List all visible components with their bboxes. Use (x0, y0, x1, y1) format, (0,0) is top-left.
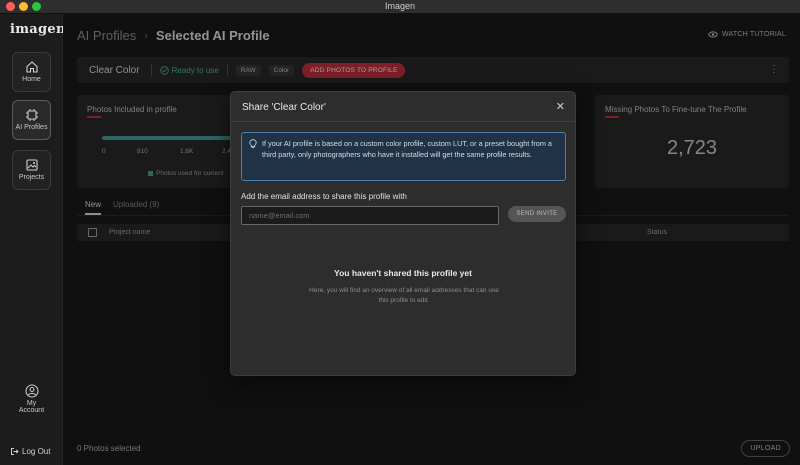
info-callout: If your AI profile is based on a custom … (241, 132, 566, 181)
sidebar-item-label: Projects (18, 174, 45, 181)
sidebar-item-home[interactable]: Home (12, 52, 51, 92)
sidebar: imagen Home AI Profiles Projects My Acco… (0, 14, 66, 465)
divider (231, 121, 575, 122)
share-profile-dialog: Share 'Clear Color' ✕ If your AI profile… (230, 91, 576, 376)
email-field-label: Add the email address to share this prof… (241, 192, 407, 201)
window-titlebar: Imagen (0, 0, 800, 14)
sidebar-item-my-account[interactable]: My Account (12, 382, 51, 424)
dialog-title: Share 'Clear Color' (242, 102, 326, 113)
lightbulb-icon (249, 139, 257, 149)
email-field[interactable] (241, 206, 499, 225)
window-title: Imagen (384, 1, 416, 11)
sidebar-item-projects[interactable]: Projects (12, 150, 51, 190)
sidebar-item-label: Account (18, 407, 45, 414)
empty-state-description: Here, you will find an overview of all e… (309, 287, 499, 304)
sidebar-item-label: AI Profiles (15, 124, 48, 131)
image-icon (25, 159, 38, 171)
info-text: If your AI profile is based on a custom … (262, 139, 552, 159)
sidebar-item-label: Home (22, 76, 41, 83)
close-icon[interactable]: ✕ (556, 100, 565, 113)
logout-label: Log Out (22, 447, 51, 456)
app-logo: imagen (10, 22, 66, 37)
user-icon (25, 384, 38, 398)
home-icon (25, 61, 38, 73)
ai-chip-icon (25, 109, 38, 121)
empty-state-title: You haven't shared this profile yet (334, 268, 472, 278)
logout-icon (11, 448, 19, 455)
sidebar-item-label: My (26, 400, 37, 407)
send-invite-button[interactable]: SEND INVITE (508, 206, 566, 222)
logout-button[interactable]: Log Out (10, 447, 50, 456)
sidebar-item-ai-profiles[interactable]: AI Profiles (12, 100, 51, 140)
